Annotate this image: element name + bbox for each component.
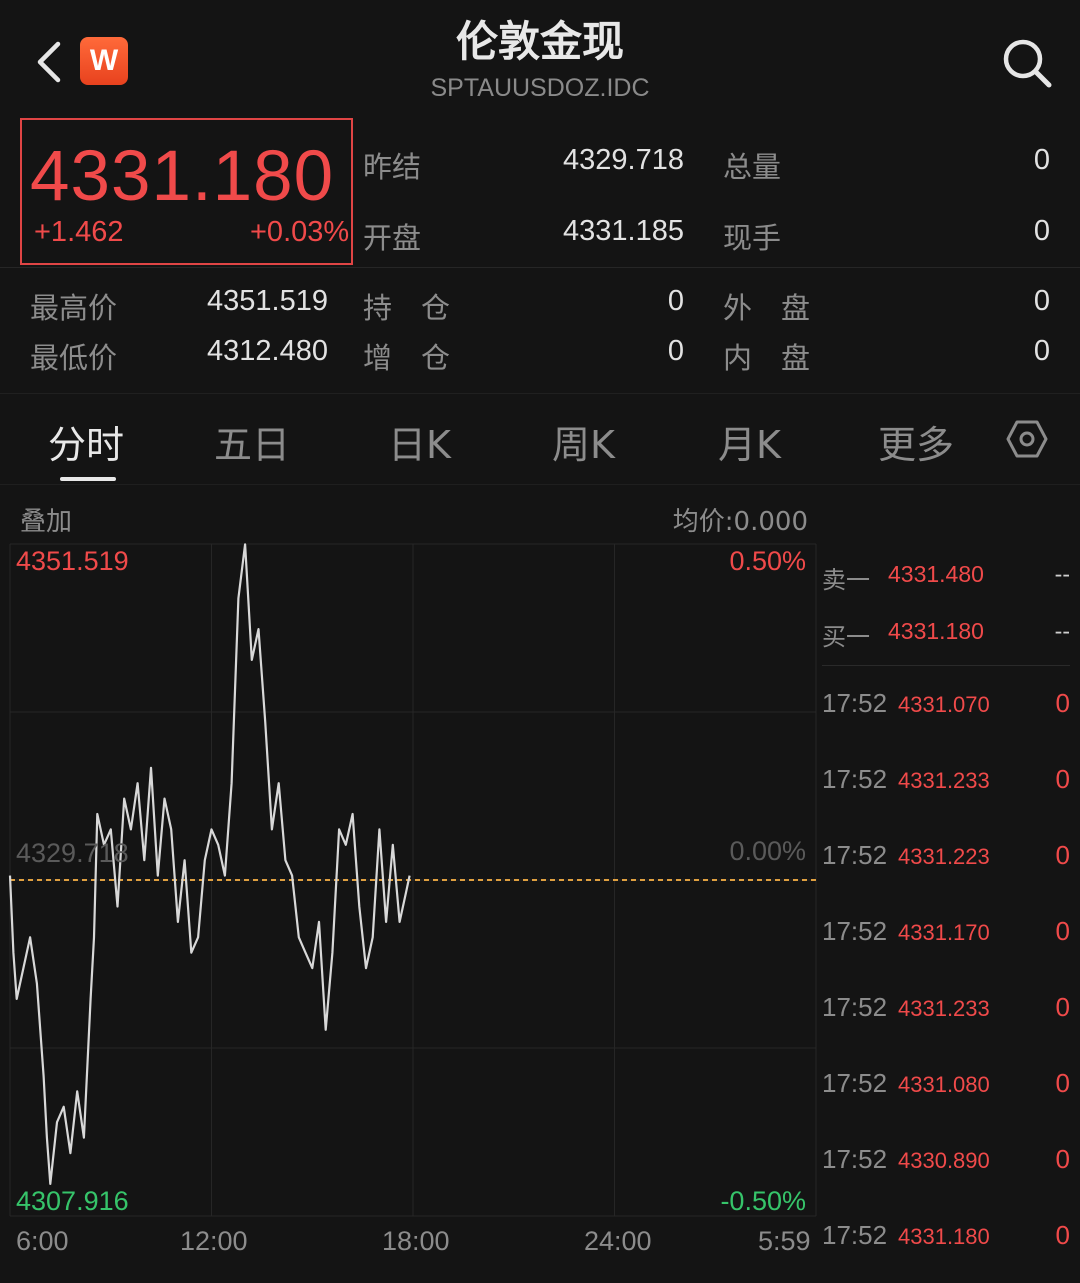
y-min-label: 4307.916 [16, 1186, 129, 1216]
tab-weekly-k[interactable]: 周K [552, 414, 615, 469]
y-max-label: 4351.519 [16, 546, 129, 576]
trade-price: 4331.233 [898, 768, 990, 793]
trade-price: 4331.223 [898, 844, 990, 869]
bid1-label: 买一 [822, 623, 870, 651]
trade-volume: 0 [1055, 992, 1070, 1022]
high-label: 最高价 [30, 291, 118, 325]
trade-volume: 0 [1055, 1220, 1070, 1250]
tab-monthly-k[interactable]: 月K [718, 414, 781, 469]
tab-daily-k[interactable]: 日K [388, 414, 451, 469]
total-volume-value: 0 [1033, 144, 1050, 176]
pct-max-label: 0.50% [729, 546, 806, 576]
x-axis: 6:00 12:00 18:00 24:00 5:59 [0, 1222, 818, 1262]
price-change-percent: +0.03% [250, 216, 350, 248]
x-tick-label: 18:00 [382, 1226, 450, 1256]
trade-volume: 0 [1055, 688, 1070, 718]
overlay-button[interactable]: 叠加 [20, 501, 72, 538]
trade-time: 17:52 [822, 992, 888, 1022]
open-interest-label: 持 仓 [363, 291, 451, 325]
divider [0, 484, 1080, 485]
ask1-price: 4331.480 [888, 561, 984, 587]
last-price: 4331.180 [30, 137, 335, 216]
symbol-code: SPTAUUSDOZ.IDC [430, 74, 650, 102]
settings-icon[interactable] [1006, 418, 1048, 460]
pct-mid-label: 0.00% [729, 836, 806, 866]
trade-price: 4331.070 [898, 692, 990, 717]
bid1-volume: -- [1054, 618, 1070, 644]
x-tick-label: 5:59 [758, 1226, 811, 1256]
current-hand-value: 0 [1033, 215, 1050, 247]
intraday-chart[interactable]: 4351.519 4307.916 4329.718 0.50% 0.00% -0.50% [0, 540, 818, 1220]
open-value: 4331.185 [563, 215, 684, 247]
x-tick-label: 12:00 [180, 1226, 248, 1256]
outer-value: 0 [1033, 285, 1050, 317]
tab-intraday[interactable]: 分时 [48, 414, 124, 469]
trade-volume: 0 [1055, 840, 1070, 870]
tab-more[interactable]: 更多 [878, 414, 954, 469]
avg-price-label: 均价:0.000 [672, 507, 808, 537]
trade-time: 17:52 [822, 688, 888, 718]
ask1-volume: -- [1054, 561, 1070, 587]
x-tick-label: 6:00 [16, 1226, 69, 1256]
trade-time: 17:52 [822, 916, 888, 946]
trade-volume: 0 [1055, 1068, 1070, 1098]
high-value: 4351.519 [207, 285, 328, 317]
order-book-divider [822, 665, 1070, 666]
outer-label: 外 盘 [723, 291, 811, 325]
divider [0, 393, 1080, 394]
trade-time: 17:52 [822, 1068, 888, 1098]
oi-change-value: 0 [667, 335, 684, 367]
inner-label: 内 盘 [723, 341, 811, 375]
trade-time: 17:52 [822, 1144, 888, 1174]
trade-price: 4331.233 [898, 996, 990, 1021]
trade-volume: 0 [1055, 764, 1070, 794]
pct-min-label: -0.50% [720, 1186, 806, 1216]
x-tick-label: 24:00 [584, 1226, 652, 1256]
ask1-label: 卖一 [822, 566, 870, 594]
trade-price: 4331.180 [898, 1224, 990, 1249]
open-label: 开盘 [363, 221, 422, 255]
bid1-price: 4331.180 [888, 618, 984, 644]
search-icon[interactable] [1000, 36, 1054, 90]
page-title: 伦敦金现 [455, 17, 624, 66]
tab-five-day[interactable]: 五日 [214, 414, 290, 469]
trade-price: 4330.890 [898, 1148, 990, 1173]
reference-label: 4329.718 [16, 838, 129, 868]
trade-volume: 0 [1055, 916, 1070, 946]
low-label: 最低价 [30, 341, 118, 375]
open-interest-value: 0 [667, 285, 684, 317]
prev-settle-value: 4329.718 [563, 144, 684, 176]
total-volume-label: 总量 [723, 150, 782, 184]
trade-price: 4331.080 [898, 1072, 990, 1097]
trade-time: 17:52 [822, 764, 888, 794]
oi-change-label: 增 仓 [363, 341, 451, 375]
low-value: 4312.480 [207, 335, 328, 367]
price-change: +1.462 [34, 216, 124, 248]
inner-value: 0 [1033, 335, 1050, 367]
prev-settle-label: 昨结 [363, 150, 422, 184]
active-tab-indicator [60, 477, 116, 481]
trade-price: 4331.170 [898, 920, 990, 945]
current-hand-label: 现手 [723, 221, 782, 255]
trade-time: 17:52 [822, 840, 888, 870]
trade-time: 17:52 [822, 1220, 888, 1250]
trade-volume: 0 [1055, 1144, 1070, 1174]
divider [0, 267, 1080, 268]
